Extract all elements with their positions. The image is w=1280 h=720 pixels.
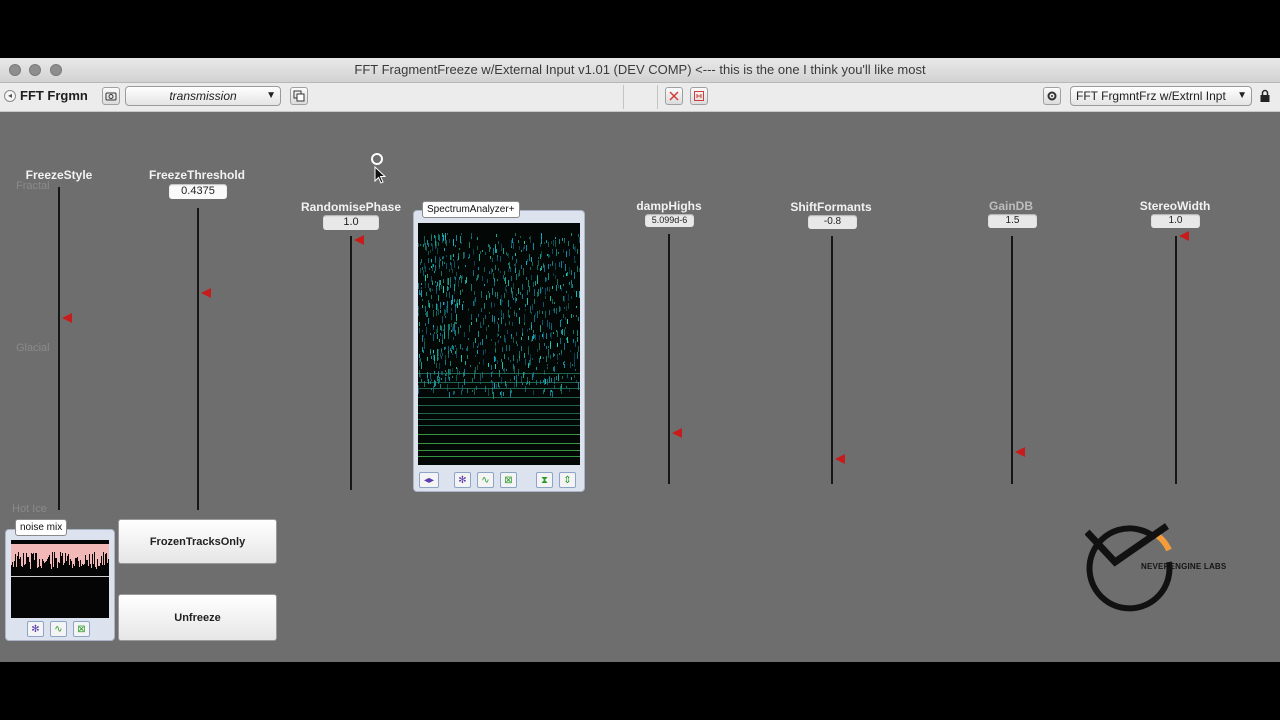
grid-icon: ⊠ xyxy=(77,623,86,635)
snowflake-icon: ✻ xyxy=(458,474,467,486)
snapshot-button[interactable] xyxy=(102,87,120,105)
damp-highs-slider-track[interactable] xyxy=(668,234,670,484)
collapse-vertical-icon: ⧗ xyxy=(540,474,549,486)
device-select-dropdown[interactable]: FFT FrgmntFrz w/Extrnl Inpt ▼ xyxy=(1070,86,1252,106)
freeze-threshold-label: FreezeThreshold xyxy=(148,168,246,182)
stereo-width-value[interactable]: 1.0 xyxy=(1151,214,1200,228)
preset-value: transmission xyxy=(169,89,237,103)
expand-vertical-icon: ⇕ xyxy=(563,474,572,486)
expand-arrow-icon[interactable]: ◂ xyxy=(4,90,16,102)
noise-mix-waveform-button[interactable]: ∿ xyxy=(50,621,67,637)
shift-formants-value[interactable]: -0.8 xyxy=(808,215,857,229)
delete-button[interactable] xyxy=(665,87,683,105)
spectrum-waveform-button[interactable]: ∿ xyxy=(477,472,494,488)
preset-dropdown[interactable]: transmission ▼ xyxy=(125,86,281,106)
stereo-width-label: StereoWidth xyxy=(1139,199,1211,213)
stereo-width-slider-track[interactable] xyxy=(1175,236,1177,484)
unfreeze-button[interactable]: Unfreeze xyxy=(118,594,277,641)
bypass-icon xyxy=(694,91,704,101)
device-toolbar: ◂ FFT Frgmn transmission ▼ FFT FrgmntFrz… xyxy=(0,83,1280,112)
spectrum-expand-button[interactable]: ⇕ xyxy=(559,472,576,488)
shift-formants-slider-handle[interactable] xyxy=(835,454,845,464)
gain-db-slider-track[interactable] xyxy=(1011,236,1013,484)
noise-mix-grid-button[interactable]: ⊠ xyxy=(73,621,90,637)
randomise-phase-slider-handle[interactable] xyxy=(354,235,364,245)
noise-mix-label: noise mix xyxy=(15,519,68,536)
bypass-button[interactable] xyxy=(690,87,708,105)
spectrum-collapse-button[interactable]: ⧗ xyxy=(536,472,553,488)
copy-preset-button[interactable] xyxy=(290,87,308,105)
waveform-icon: ∿ xyxy=(54,623,63,635)
spectrum-analyzer-label: SpectrumAnalyzer+ xyxy=(422,201,520,218)
freeze-style-option-hot-ice: Hot Ice xyxy=(12,503,47,515)
randomise-phase-label: RandomisePhase xyxy=(300,200,402,214)
device-select-value: FFT FrgmntFrz w/Extrnl Inpt xyxy=(1076,89,1226,103)
copy-icon xyxy=(293,90,305,102)
freeze-style-slider-handle[interactable] xyxy=(62,313,72,323)
neverengine-labs-logo: NEVERENGINE LABS xyxy=(1084,520,1235,612)
cursor-pointer-icon xyxy=(370,152,387,184)
grid-icon: ⊠ xyxy=(504,474,513,486)
device-panel: FreezeStyle Fractal Glacial Hot Ice Free… xyxy=(0,112,1280,662)
shift-formants-label: ShiftFormants xyxy=(790,200,872,214)
noise-mix-freeze-button[interactable]: ✻ xyxy=(27,621,44,637)
spectrogram-display xyxy=(418,223,580,465)
camera-icon xyxy=(105,92,117,101)
randomise-phase-value[interactable]: 1.0 xyxy=(323,215,379,230)
freeze-threshold-slider-track[interactable] xyxy=(197,208,199,510)
spectrum-analyzer-panel[interactable]: ◂▸ ✻ ∿ ⊠ ⧗ ⇕ xyxy=(413,210,585,492)
damp-highs-label: dampHighs xyxy=(636,199,702,213)
noise-mix-display xyxy=(11,540,109,618)
chevron-down-icon: ▼ xyxy=(1237,90,1247,101)
spectrum-grid-button[interactable]: ⊠ xyxy=(500,472,517,488)
lock-icon xyxy=(1260,89,1270,102)
lock-button[interactable] xyxy=(1259,89,1271,108)
randomise-phase-slider-track[interactable] xyxy=(350,236,352,490)
spectrum-freeze-button[interactable]: ✻ xyxy=(454,472,471,488)
damp-highs-slider-handle[interactable] xyxy=(672,428,682,438)
shift-formants-slider-track[interactable] xyxy=(831,236,833,484)
noise-mix-panel[interactable]: ✻ ∿ ⊠ xyxy=(5,529,115,641)
gain-db-slider-handle[interactable] xyxy=(1015,447,1025,457)
frozen-tracks-only-button[interactable]: FrozenTracksOnly xyxy=(118,519,277,564)
freeze-style-option-glacial: Glacial xyxy=(16,342,50,354)
gain-db-value[interactable]: 1.5 xyxy=(988,214,1037,228)
window-title: FFT FragmentFreeze w/External Input v1.0… xyxy=(354,62,926,77)
freeze-threshold-slider-handle[interactable] xyxy=(201,288,211,298)
gain-db-label: GainDB xyxy=(988,199,1033,213)
logo-text: NEVERENGINE LABS xyxy=(1141,562,1227,571)
freeze-threshold-value[interactable]: 0.4375 xyxy=(169,184,227,199)
snowflake-icon: ✻ xyxy=(31,623,40,635)
settings-button[interactable] xyxy=(1043,87,1061,105)
arrows-horizontal-icon: ◂▸ xyxy=(423,474,435,486)
spectrum-zoom-button[interactable]: ◂▸ xyxy=(419,472,439,488)
damp-highs-value[interactable]: 5.099d-6 xyxy=(645,214,694,227)
spectrogram-image xyxy=(418,233,580,457)
noise-mix-waveform xyxy=(11,544,109,577)
freeze-style-option-fractal: Fractal xyxy=(16,180,50,192)
window-title-bar: FFT FragmentFreeze w/External Input v1.0… xyxy=(0,58,1280,83)
close-icon xyxy=(669,91,679,101)
chevron-down-icon: ▼ xyxy=(266,90,276,101)
freeze-style-slider-track[interactable] xyxy=(58,187,60,510)
gear-icon xyxy=(1047,91,1057,101)
stereo-width-slider-handle[interactable] xyxy=(1179,231,1189,241)
waveform-icon: ∿ xyxy=(481,474,490,486)
device-name: FFT Frgmn xyxy=(20,88,88,103)
